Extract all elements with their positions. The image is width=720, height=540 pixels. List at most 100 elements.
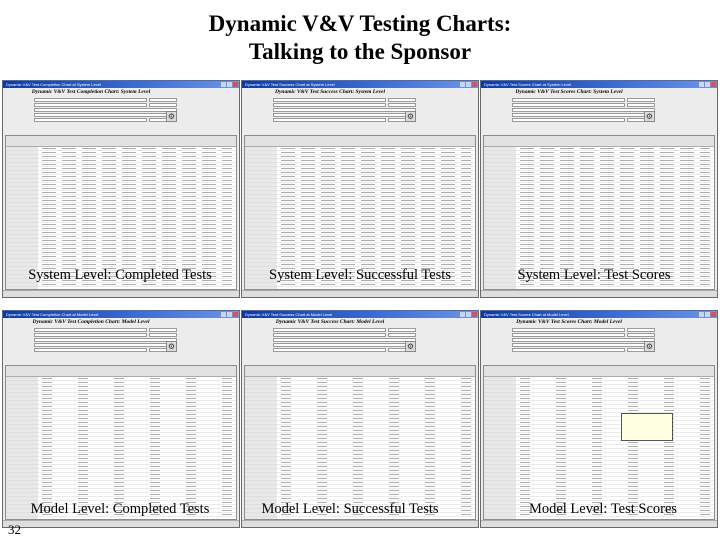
form-field[interactable]	[34, 342, 177, 347]
gear-icon[interactable]: ⚙	[166, 341, 177, 352]
minimize-icon[interactable]	[699, 82, 704, 87]
chart-heading: Dynamic V&V Test Scores Chart: Model Lev…	[516, 319, 622, 325]
form-field[interactable]	[34, 332, 147, 337]
form-field[interactable]	[34, 327, 147, 332]
form-field[interactable]	[149, 102, 177, 107]
form-field[interactable]	[34, 117, 147, 122]
window-controls	[699, 312, 716, 317]
form-field[interactable]	[34, 337, 177, 342]
window-titlebar: Dynamic V&V Test Success Chart at System…	[242, 81, 478, 88]
maximize-icon[interactable]	[466, 312, 471, 317]
form-field[interactable]	[273, 347, 386, 352]
close-icon[interactable]	[472, 312, 477, 317]
header-form	[245, 327, 416, 352]
caption-model-completed: Model Level: Completed Tests	[30, 501, 210, 517]
maximize-icon[interactable]	[227, 312, 232, 317]
form-field[interactable]	[388, 97, 416, 102]
tooltip-popup	[621, 413, 673, 441]
data-grid[interactable]	[483, 365, 715, 520]
window-footer	[242, 520, 478, 527]
form-field[interactable]	[273, 342, 416, 347]
form-field[interactable]	[512, 97, 625, 102]
form-field[interactable]	[273, 97, 386, 102]
form-field[interactable]	[512, 332, 625, 337]
window-controls	[699, 82, 716, 87]
chart-heading: Dynamic V&V Test Completion Chart: Syste…	[31, 89, 151, 95]
close-icon[interactable]	[233, 312, 238, 317]
window-titlebar: Dynamic V&V Test Success Chart at Model …	[242, 311, 478, 318]
form-field[interactable]	[34, 102, 147, 107]
minimize-icon[interactable]	[460, 82, 465, 87]
gear-icon[interactable]: ⚙	[405, 341, 416, 352]
window-footer	[481, 520, 717, 527]
minimize-icon[interactable]	[460, 312, 465, 317]
form-field[interactable]	[512, 107, 655, 112]
form-field[interactable]	[34, 347, 147, 352]
minimize-icon[interactable]	[221, 82, 226, 87]
header-form	[484, 97, 655, 122]
form-field[interactable]	[388, 327, 416, 332]
form-field[interactable]	[512, 117, 625, 122]
slide-title-line-1: Dynamic V&V Testing Charts:	[208, 11, 512, 36]
caption-system-scores: System Level: Test Scores	[517, 267, 671, 283]
form-field[interactable]	[388, 102, 416, 107]
form-field[interactable]	[149, 332, 177, 337]
header-form	[6, 97, 177, 122]
caption-system-successful: System Level: Successful Tests	[269, 267, 451, 283]
screenshot-model-successful: Dynamic V&V Test Success Chart at Model …	[241, 310, 479, 528]
form-field[interactable]	[512, 342, 655, 347]
form-field[interactable]	[388, 332, 416, 337]
data-grid[interactable]	[5, 365, 237, 520]
form-field[interactable]	[149, 327, 177, 332]
form-field[interactable]	[273, 117, 386, 122]
gear-icon[interactable]: ⚙	[405, 111, 416, 122]
form-field[interactable]	[149, 97, 177, 102]
form-field[interactable]	[627, 97, 655, 102]
screenshot-model-completed: Dynamic V&V Test Completion Chart at Mod…	[2, 310, 240, 528]
window-titlebar: Dynamic V&V Test Completion Chart at Mod…	[3, 311, 239, 318]
caption-system-completed: System Level: Completed Tests	[28, 267, 212, 283]
form-field[interactable]	[34, 97, 147, 102]
form-field[interactable]	[273, 112, 416, 117]
form-field[interactable]	[34, 107, 177, 112]
close-icon[interactable]	[472, 82, 477, 87]
maximize-icon[interactable]	[227, 82, 232, 87]
maximize-icon[interactable]	[705, 312, 710, 317]
form-field[interactable]	[512, 347, 625, 352]
form-field[interactable]	[273, 337, 416, 342]
form-field[interactable]	[273, 327, 386, 332]
form-field[interactable]	[34, 112, 177, 117]
maximize-icon[interactable]	[466, 82, 471, 87]
gear-icon[interactable]: ⚙	[166, 111, 177, 122]
caption-model-successful: Model Level: Successful Tests	[261, 501, 439, 517]
form-field[interactable]	[273, 332, 386, 337]
slide-title-line-2: Talking to the Sponsor	[248, 39, 472, 64]
maximize-icon[interactable]	[705, 82, 710, 87]
chart-heading: Dynamic V&V Test Success Chart: System L…	[275, 89, 385, 95]
gear-icon[interactable]: ⚙	[644, 341, 655, 352]
form-field[interactable]	[512, 337, 655, 342]
window-title: Dynamic V&V Test Success Chart at Model …	[245, 312, 333, 317]
form-field[interactable]	[627, 332, 655, 337]
minimize-icon[interactable]	[699, 312, 704, 317]
window-controls	[221, 82, 238, 87]
data-grid[interactable]	[244, 365, 476, 520]
caption-model-scores: Model Level: Test Scores	[528, 501, 678, 517]
close-icon[interactable]	[711, 82, 716, 87]
close-icon[interactable]	[233, 82, 238, 87]
chart-heading: Dynamic V&V Test Success Chart: Model Le…	[275, 319, 385, 325]
page-number: 32	[8, 522, 21, 537]
form-field[interactable]	[512, 102, 625, 107]
window-controls	[460, 82, 477, 87]
close-icon[interactable]	[711, 312, 716, 317]
screenshot-model-scores: Dynamic V&V Test Scores Chart at Model L…	[480, 310, 718, 528]
form-field[interactable]	[273, 102, 386, 107]
form-field[interactable]	[273, 107, 416, 112]
gear-icon[interactable]: ⚙	[644, 111, 655, 122]
form-field[interactable]	[512, 327, 625, 332]
window-footer	[3, 290, 239, 297]
minimize-icon[interactable]	[221, 312, 226, 317]
form-field[interactable]	[627, 327, 655, 332]
form-field[interactable]	[627, 102, 655, 107]
form-field[interactable]	[512, 112, 655, 117]
